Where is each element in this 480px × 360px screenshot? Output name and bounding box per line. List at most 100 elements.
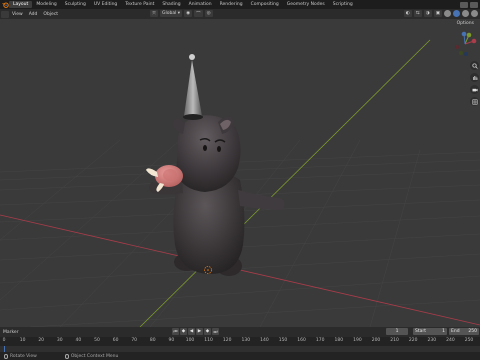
ruler-tick-label: 50 — [94, 338, 100, 343]
editor-type-icon[interactable] — [1, 10, 9, 18]
pan-hand-icon[interactable] — [470, 73, 479, 82]
scene-selector — [460, 0, 480, 9]
ruler-tick-label: 250 — [464, 338, 474, 343]
ruler-tick-label: 220 — [408, 338, 418, 343]
jump-end-icon[interactable]: ⏭ — [212, 328, 219, 335]
left-tusk — [146, 168, 158, 177]
camera-icon[interactable] — [470, 85, 479, 94]
mouse-right-icon — [64, 353, 69, 359]
start-label: Start — [415, 329, 426, 334]
tab-sculpting[interactable]: Sculpting — [61, 1, 90, 8]
status-middle-label: Object Context Menu — [70, 353, 119, 359]
viewport-scene — [0, 39, 480, 327]
blender-logo-icon[interactable] — [1, 1, 9, 8]
overlay-toggle-icon[interactable]: ◑ — [423, 10, 432, 17]
shading-controls: ◐ ⇆ ◑ ▣ — [403, 10, 478, 17]
ruler-tick-label: 230 — [427, 338, 437, 343]
left-eye — [203, 145, 207, 151]
tab-texture-paint[interactable]: Texture Paint — [121, 1, 158, 8]
scene-icon[interactable] — [460, 1, 468, 8]
mouse-middle-icon — [4, 353, 8, 359]
tab-uv-editing[interactable]: UV Editing — [90, 1, 121, 8]
tab-shading[interactable]: Shading — [158, 1, 184, 8]
ruler-tick-label: 100 — [185, 338, 195, 343]
3d-viewport[interactable]: Options — [0, 19, 480, 327]
end-value: 250 — [468, 329, 477, 334]
ruler-tick-label: 130 — [241, 338, 251, 343]
ruler-tick-label: 60 — [112, 338, 119, 343]
snap-icon[interactable]: ⌒ — [194, 10, 203, 17]
ruler-tick-label: 70 — [131, 338, 138, 343]
marker-menu[interactable]: Marker — [0, 330, 22, 335]
tab-geometry-nodes[interactable]: Geometry Nodes — [283, 1, 329, 8]
xray-toggle-icon[interactable]: ▣ — [433, 10, 442, 17]
wireframe-shading-icon[interactable] — [444, 10, 451, 17]
hat-band — [183, 114, 203, 120]
ruler-tick-label: 190 — [353, 338, 362, 343]
timeline-ruler[interactable]: 0 10 20 30 40 50 60 70 80 90 100 110 120 130 140 150 160… — [0, 337, 480, 346]
end-label: End — [451, 329, 460, 334]
ruler-tick-label: 20 — [38, 338, 45, 343]
pivot-icon[interactable]: ◉ — [184, 10, 193, 17]
transform-orientation-label: Global — [162, 11, 177, 16]
proportional-edit-icon[interactable]: ◎ — [204, 10, 213, 17]
hat-pompom — [189, 54, 195, 60]
tab-scripting[interactable]: Scripting — [329, 1, 357, 8]
ruler-tick-label: 140 — [260, 338, 269, 343]
view-layer-icon[interactable] — [470, 1, 478, 8]
right-arm — [238, 190, 285, 210]
menu-view[interactable]: View — [9, 12, 26, 17]
ruler-tick-label: 150 — [278, 338, 288, 343]
ruler-tick-label: 180 — [334, 338, 344, 343]
right-eye — [217, 146, 221, 152]
ruler-tick-label: 10 — [19, 338, 26, 343]
status-context: Object Context Menu — [61, 353, 123, 359]
ruler-tick-label: 200 — [371, 338, 381, 343]
menu-add[interactable]: Add — [26, 12, 41, 17]
ruler-tick-label: 170 — [315, 338, 325, 343]
navigation-gizmo[interactable] — [452, 31, 478, 57]
menu-object[interactable]: Object — [40, 12, 61, 17]
options-label[interactable]: Options — [457, 21, 474, 26]
tab-layout[interactable]: Layout — [9, 1, 33, 8]
status-bar: Rotate View Object Context Menu — [0, 352, 480, 360]
ruler-tick-label: 110 — [204, 338, 213, 343]
grid-view-icon[interactable] — [470, 97, 479, 106]
viewport-nav-tools — [470, 61, 479, 106]
ruler-tick-label: 210 — [390, 338, 399, 343]
ruler-tick-label: 0 — [2, 338, 6, 343]
play-reverse-icon[interactable]: ◀ — [188, 328, 195, 335]
visibility-icon[interactable]: ◐ — [403, 10, 412, 17]
playback-controls: ⏮ ◆ ◀ ▶ ◆ ⏭ — [172, 328, 219, 335]
tab-modeling[interactable]: Modeling — [32, 1, 60, 8]
start-frame-field[interactable]: Start 1 — [413, 328, 447, 335]
workspace-tabs: Layout Modeling Sculpting UV Editing Tex… — [9, 1, 357, 8]
gizmo-toggle-icon[interactable]: ⇆ — [413, 10, 422, 17]
ruler-tick-label: 120 — [222, 338, 232, 343]
ruler-tick-label: 160 — [297, 338, 306, 343]
current-frame-value: 1 — [395, 329, 399, 334]
timeline-header: Marker ⏮ ◆ ◀ ▶ ◆ ⏭ 1 Start 1 End 250 — [0, 327, 480, 337]
transform-orientation-dropdown[interactable]: Global ▾ — [160, 10, 183, 17]
tab-compositing[interactable]: Compositing — [247, 1, 283, 8]
tab-rendering[interactable]: Rendering — [216, 1, 247, 8]
party-hat — [184, 60, 202, 118]
orientation-icon[interactable]: ⤧ — [150, 10, 158, 17]
jump-start-icon[interactable]: ⏮ — [172, 328, 179, 335]
status-left-label: Rotate View — [10, 353, 37, 359]
solid-shading-icon[interactable] — [453, 10, 460, 17]
ruler-tick-label: 40 — [75, 338, 82, 343]
tab-animation[interactable]: Animation — [185, 1, 216, 8]
play-icon[interactable]: ▶ — [196, 328, 203, 335]
start-value: 1 — [442, 329, 445, 334]
material-shading-icon[interactable] — [462, 10, 469, 17]
ruler-tick-label: 240 — [446, 338, 455, 343]
current-frame-field[interactable]: 1 — [386, 328, 408, 335]
zoom-icon[interactable] — [470, 61, 479, 70]
prev-keyframe-icon[interactable]: ◆ — [180, 328, 187, 335]
ruler-tick-label: 90 — [168, 338, 175, 343]
end-frame-field[interactable]: End 250 — [449, 328, 479, 335]
rendered-shading-icon[interactable] — [471, 10, 478, 17]
viewport-header: View Add Object ⤧ Global ▾ ◉ ⌒ ◎ ◐ ⇆ ◑ ▣ — [0, 9, 480, 19]
next-keyframe-icon[interactable]: ◆ — [204, 328, 211, 335]
